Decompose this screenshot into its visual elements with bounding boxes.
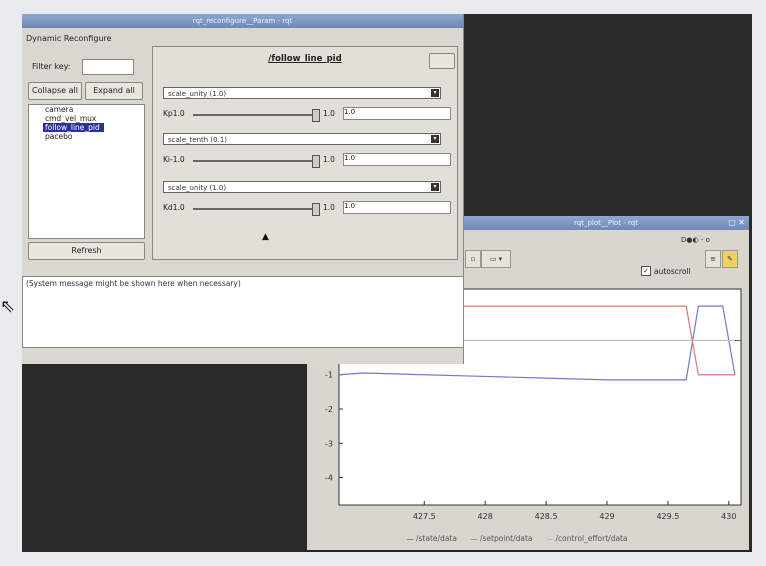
autoscroll-checkbox[interactable]: ✓ autoscroll <box>641 266 691 276</box>
scale-combobox[interactable]: scale_tenth (0.1) ▾ <box>163 133 441 145</box>
y-tick-label: -2 <box>325 405 333 414</box>
tree-item[interactable]: pacebo <box>29 132 144 141</box>
value-input[interactable]: 1.0 <box>343 107 451 120</box>
slider-handle[interactable] <box>312 155 320 168</box>
mouse-pointer-icon: ⇖ <box>0 296 16 317</box>
param-row-kd: Kd1.0 1.0 1.0 <box>163 201 451 216</box>
system-message-area: (System message might be shown here when… <box>22 276 464 348</box>
chart-legend: /state/data/setpoint/data/control_effort… <box>407 534 628 543</box>
panel-title: /follow_line_pid <box>268 54 342 64</box>
legend-label: /control_effort/data <box>555 534 628 543</box>
legend-swatch <box>407 538 413 540</box>
x-tick-label: 429.5 <box>656 512 679 521</box>
refresh-button[interactable]: Refresh <box>28 242 145 260</box>
scale-combobox[interactable]: scale_unity (1.0) ▾ <box>163 181 441 193</box>
x-tick-label: 427.5 <box>413 512 436 521</box>
tree-item[interactable]: cmd_vel_mux <box>29 114 144 123</box>
value-input[interactable]: 1.0 <box>343 201 451 214</box>
slider-track[interactable] <box>193 160 313 162</box>
chevron-down-icon: ▾ <box>431 183 439 191</box>
filter-key-input[interactable] <box>82 59 134 75</box>
x-tick-label: 430 <box>721 512 736 521</box>
chevron-down-icon: ▾ <box>431 135 439 143</box>
x-tick-label: 428.5 <box>535 512 558 521</box>
dyn-window-title: rqt_reconfigure__Param - rqt <box>192 17 293 25</box>
legend-label: /state/data <box>416 534 457 543</box>
tree-item-selected[interactable]: follow_line_pid <box>43 123 104 132</box>
param-row-ki: Ki-1.0 1.0 1.0 <box>163 153 451 168</box>
close-panel-button[interactable] <box>429 53 455 69</box>
legend-entry: /control_effort/data <box>546 534 628 543</box>
legend-swatch <box>546 538 553 540</box>
y-tick-label: -1 <box>325 371 333 380</box>
y-tick-label: -4 <box>325 474 333 483</box>
param-row-kp: Kp1.0 1.0 1.0 <box>163 107 451 122</box>
value-input[interactable]: 1.0 <box>343 153 451 166</box>
slider-handle[interactable] <box>312 203 320 216</box>
plot-window-titlebar[interactable]: rqt_plot__Plot - rqt ▢ ✕ <box>463 216 749 230</box>
x-tick-label: 429 <box>599 512 614 521</box>
legend-label: /setpoint/data <box>479 534 533 543</box>
plugin-window-controls[interactable]: D●◐ - o <box>681 236 710 244</box>
clear-button[interactable]: ✎ <box>722 250 738 268</box>
window-controls[interactable]: ▢ ✕ <box>728 216 745 230</box>
x-tick-label: 428 <box>478 512 493 521</box>
node-tree[interactable]: camera cmd_vel_mux follow_line_pid paceb… <box>28 104 145 239</box>
legend-swatch <box>470 538 477 540</box>
plugin-title: Dynamic Reconfigure <box>26 34 112 43</box>
system-message: (System message might be shown here when… <box>26 279 241 288</box>
slider-track[interactable] <box>193 114 313 116</box>
chevron-down-icon: ▾ <box>431 89 439 97</box>
mouse-cursor-icon: ▲ <box>262 232 269 242</box>
expand-all-button[interactable]: Expand all <box>85 82 143 100</box>
legend-entry: /setpoint/data <box>470 534 533 543</box>
dyn-window-titlebar[interactable]: rqt_reconfigure__Param - rqt <box>22 14 463 28</box>
filter-key-label: Filter key: <box>32 62 71 71</box>
slider-handle[interactable] <box>312 109 320 122</box>
toolbar-button[interactable]: ▫ <box>465 250 481 268</box>
plot-toolbar: ▫ ▭ ▾ D●◐ - o ✓ autoscroll ≡ ✎ <box>463 230 749 280</box>
legend-entry: /state/data <box>407 534 457 543</box>
parameter-panel: /follow_line_pid scale_unity (1.0) ▾ Kp1.… <box>152 46 458 260</box>
scale-combobox[interactable]: scale_unity (1.0) ▾ <box>163 87 441 99</box>
slider-track[interactable] <box>193 208 313 210</box>
tree-item[interactable]: camera <box>29 105 144 114</box>
collapse-all-button[interactable]: Collapse all <box>28 82 82 100</box>
y-tick-label: -3 <box>325 439 333 448</box>
plot-window-title: rqt_plot__Plot - rqt <box>574 219 638 227</box>
zoom-dropdown-button[interactable]: ▭ ▾ <box>481 250 511 268</box>
settings-button[interactable]: ≡ <box>705 250 721 268</box>
check-icon: ✓ <box>641 266 651 276</box>
